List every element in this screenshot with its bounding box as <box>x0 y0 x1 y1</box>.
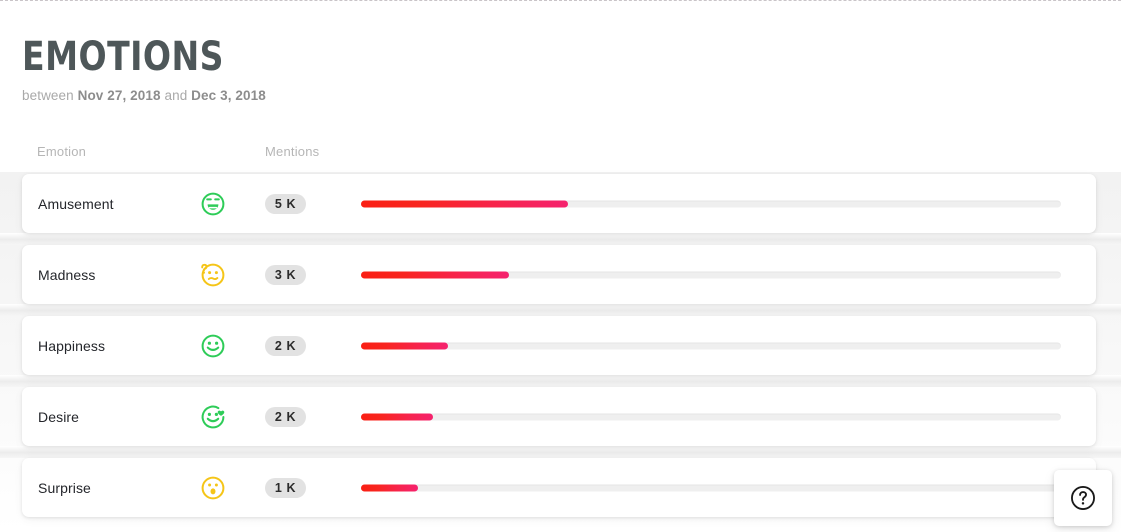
mentions-bar-track <box>361 342 1061 349</box>
page-title: EMOTIONS <box>22 34 224 80</box>
top-divider <box>0 0 1121 1</box>
mentions-badge: 1 K <box>265 477 306 498</box>
date-range-conjunction: and <box>164 88 188 103</box>
table-row[interactable]: Surprise 1 K <box>22 458 1096 517</box>
mentions-bar-track <box>361 200 1061 207</box>
date-range-prefix: between <box>22 88 74 103</box>
laughing-face-icon <box>200 191 226 217</box>
mentions-badge: 5 K <box>265 193 306 214</box>
table-row[interactable]: Amusement 5 K <box>22 174 1096 233</box>
table-row[interactable]: Happiness 2 K <box>22 316 1096 375</box>
mentions-badge: 2 K <box>265 406 306 427</box>
row-separator <box>0 375 1121 387</box>
mentions-bar-track <box>361 484 1061 491</box>
smiling-face-icon <box>200 333 226 359</box>
mentions-bar-fill <box>361 200 568 207</box>
mentions-bar-fill <box>361 342 448 349</box>
mentions-bar-fill <box>361 413 434 420</box>
date-range-end: Dec 3, 2018 <box>191 88 266 103</box>
mentions-badge: 3 K <box>265 264 306 285</box>
heart-face-icon <box>200 404 226 430</box>
mentions-bar-fill <box>361 271 510 278</box>
emotion-name: Happiness <box>38 337 106 354</box>
emotion-name: Desire <box>38 408 80 425</box>
column-headers: Emotion Mentions <box>0 144 1121 166</box>
help-button[interactable] <box>1054 470 1112 526</box>
mentions-bar-track <box>361 271 1061 278</box>
emotion-name: Madness <box>38 266 96 283</box>
mentions-badge: 2 K <box>265 335 306 356</box>
page-header: EMOTIONS between Nov 27, 2018 and Dec 3,… <box>22 34 722 103</box>
date-range: between Nov 27, 2018 and Dec 3, 2018 <box>22 88 722 103</box>
mentions-bar-track <box>361 413 1061 420</box>
emotion-name: Surprise <box>38 479 91 496</box>
row-separator <box>0 446 1121 458</box>
mentions-bar-fill <box>361 484 419 491</box>
date-range-start: Nov 27, 2018 <box>77 88 161 103</box>
column-header-emotion: Emotion <box>37 144 87 159</box>
surprised-face-icon <box>200 475 226 501</box>
column-header-mentions: Mentions <box>265 144 320 159</box>
confused-face-icon <box>200 262 226 288</box>
row-separator <box>0 304 1121 316</box>
emotion-table: Amusement 5 K Madness 3 K Happiness 2 K … <box>0 172 1121 532</box>
row-separator <box>0 233 1121 245</box>
table-row[interactable]: Madness 3 K <box>22 245 1096 304</box>
question-mark-circle-icon <box>1071 486 1095 510</box>
table-row[interactable]: Desire 2 K <box>22 387 1096 446</box>
emotion-name: Amusement <box>38 195 114 212</box>
